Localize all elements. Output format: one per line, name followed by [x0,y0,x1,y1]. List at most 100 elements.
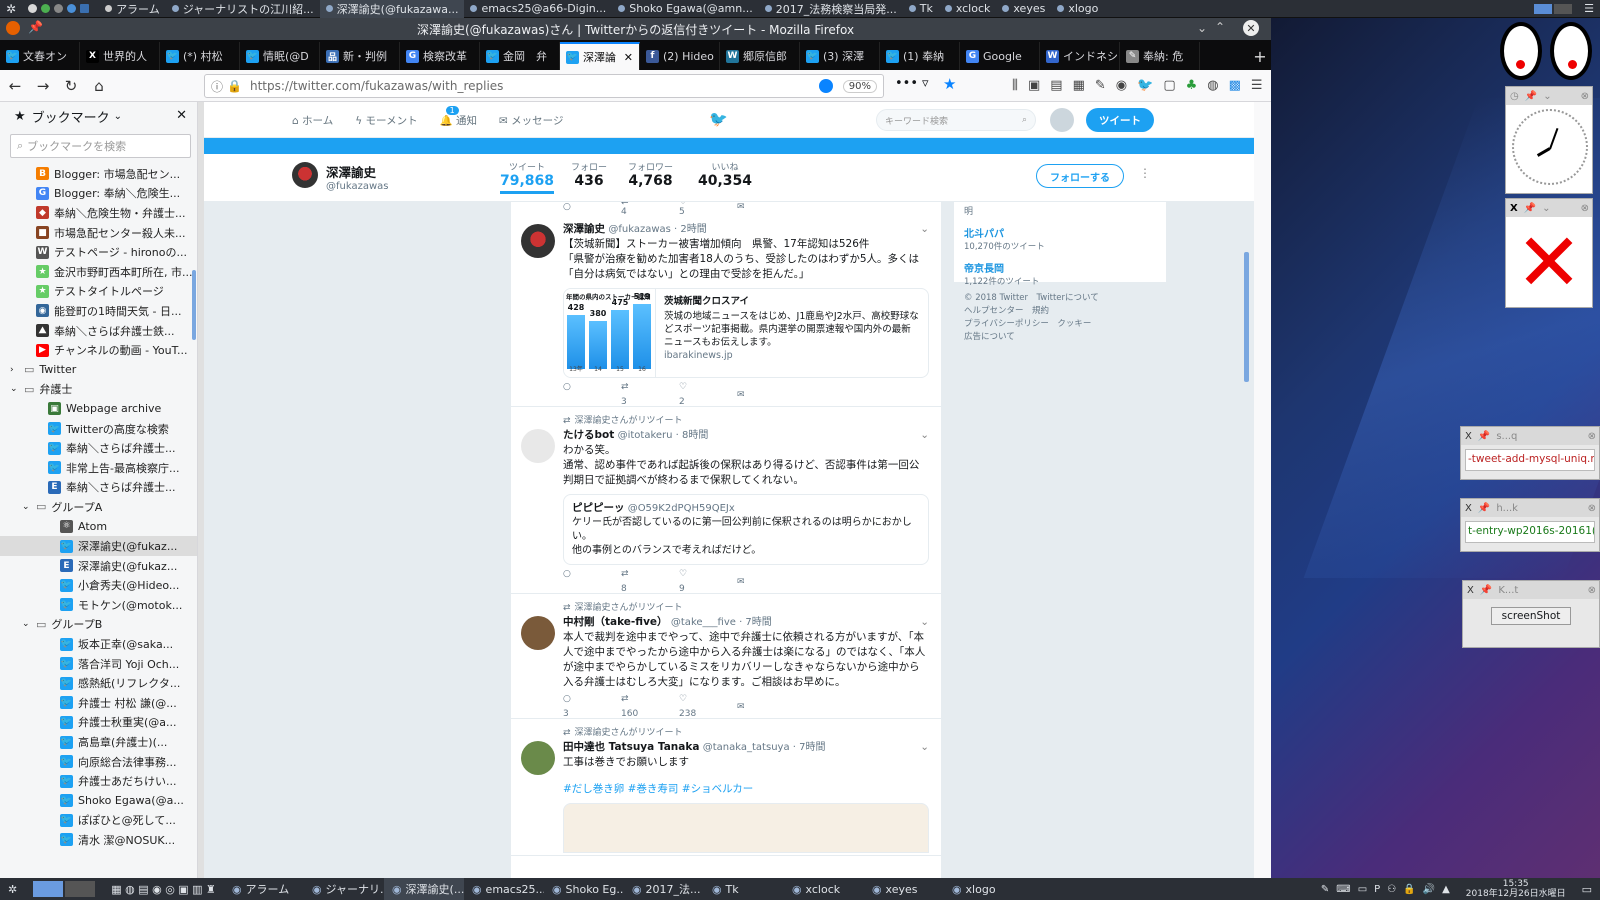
tweet-menu-chevron-icon[interactable]: ⌄ [920,222,929,237]
profile-stat[interactable]: ツイート 79,868 [500,160,555,194]
tweet-menu-chevron-icon[interactable]: ⌄ [920,740,929,755]
bottom-task-item[interactable]: ◉ emacs25... [464,878,544,900]
xclock-titlebar[interactable]: ◷ 📌 ⌄ ⊗ [1506,87,1592,105]
top-task-item[interactable]: ジャーナリストの江川紹... [166,0,320,18]
clipboard-icon[interactable]: ▢ [1163,78,1175,93]
bookmark-item[interactable]: 🐦 清水 潔@NOSUK... [0,830,197,850]
tweet-author[interactable]: 深澤諭史 [563,223,605,235]
browser-tab[interactable]: 🐦 (*) 村松 [160,42,240,70]
follow-button[interactable]: フォローする [1036,164,1124,188]
reload-icon[interactable]: ↻ [58,73,84,99]
xlogo-titlebar[interactable]: X 📌 ⌄ ⊗ [1506,199,1592,217]
browser-tab[interactable]: 🐦 文春オン [0,42,80,70]
bottom-task-item[interactable]: ◉ xeyes [864,878,944,900]
nav-moments[interactable]: ϟ モーメント [355,113,417,128]
chevron-down-icon[interactable]: ⌄ [22,502,34,512]
bookmark-item[interactable]: ◆ 奉納＼危険生物・弁護士... [0,203,197,223]
reader-icon[interactable]: ▤ [1050,78,1062,93]
back-icon[interactable]: ← [2,73,28,99]
pin-icon[interactable]: 📌 [1480,585,1492,596]
chevron-down-icon[interactable]: ⌄ [1542,203,1550,214]
tweet-handle[interactable]: @take___five · 7時間 [671,617,772,628]
bookmark-item[interactable]: ★ 金沢市野町西本町所在, 市... [0,262,197,282]
chevron-right-icon[interactable]: › [10,365,22,375]
chevron-down-icon[interactable]: ⌄ [22,619,34,629]
tweet-avatar[interactable] [521,741,555,775]
bookmark-item[interactable]: 🐦 小倉秀夫(@Hideo... [0,575,197,595]
sidebar-scrollbar[interactable] [192,270,196,340]
bookmark-item[interactable]: 🐦 ぽぽひと@死して... [0,811,197,831]
link-card[interactable]: 年間の県内のストーカー認知 428 13年 380 14 475 15 519 16 茨城新聞クロ… [563,288,929,378]
url-bar[interactable]: ⓘ 🔒 https://twitter.com/fukazawas/with_r… [204,74,884,98]
footer-links[interactable]: © 2018 Twitter Twitterについて ヘルプセンター 規約 プラ… [954,282,1166,344]
suggested-account[interactable]: 北斗パパ 10,270件のツイート [964,225,1156,252]
reply-icon[interactable]: ○ [563,202,621,212]
tracking-toggle[interactable] [818,79,833,93]
dm-icon[interactable]: ✉ [737,700,795,715]
pin-icon[interactable]: 📌 [1478,503,1490,514]
tweet-avatar[interactable] [521,224,555,258]
sidebar-toggle-icon[interactable]: ▣ [1028,78,1040,93]
reply-action[interactable]: ○ [563,380,621,410]
user-avatar[interactable] [1050,108,1074,132]
top-task-item[interactable]: xlogo [1051,0,1104,18]
top-task-item[interactable]: 2017_法務検察当局発... [759,0,903,18]
more-options-icon[interactable]: ⋮ [1139,166,1151,180]
clock[interactable]: 15:35 2018年12月26日水曜日 [1458,878,1574,900]
tweet-avatar[interactable] [521,616,555,650]
tweet-handle[interactable]: @fukazawas · 2時間 [608,224,706,235]
close-icon[interactable]: ⊗ [1588,431,1596,442]
close-sidebar-icon[interactable]: ✕ [176,108,187,123]
top-task-item[interactable]: Tk [903,0,939,18]
profile-name[interactable]: 深澤諭史 [326,162,389,181]
bottom-task-item[interactable]: ◉ Shoko Eg... [544,878,624,900]
xeyes-window[interactable] [1496,18,1600,82]
tweet-author[interactable]: たけるbot [563,429,614,441]
window2-text[interactable]: t-entry-wp2016s-20161( [1465,521,1595,543]
tray-network-icon[interactable]: ⚇ [1387,884,1396,895]
bookmark-folder[interactable]: › ▭ Twitter [0,360,197,380]
nav-messages[interactable]: ✉ メッセージ [499,113,563,128]
bottom-task-item[interactable]: ◉ 2017_法... [624,878,704,900]
close-icon[interactable]: ⊗ [1581,91,1589,102]
bookmark-folder[interactable]: ⌄ ▭ グループB [0,615,197,635]
browser-tab[interactable]: X 世界的人 [80,42,160,70]
library-icon[interactable]: ⫼ [1012,78,1018,93]
xlogo-window[interactable]: X 📌 ⌄ ⊗ ✕ [1505,198,1593,309]
tweet-author[interactable]: 田中達也 Tatsuya Tanaka [563,741,699,753]
browser-tab[interactable]: 🐦 情眠(@D [240,42,320,70]
browser-tab[interactable]: W インドネシ [1040,42,1120,70]
bookmark-item[interactable]: 🐦 落合洋司 Yoji Och... [0,654,197,674]
bookmark-item[interactable]: ⛰ 奉納＼さらば弁護士鉄... [0,321,197,341]
browser-tab[interactable]: 🐦 深澤論 ✕ [560,42,640,70]
dm-icon[interactable]: ✉ [737,202,795,212]
dm-icon[interactable]: ✉ [737,575,795,590]
kde-menu-icon[interactable]: ✲ [0,0,22,18]
bookmark-item[interactable]: 🐦 Twitterの高度な検索 [0,419,197,439]
close-icon[interactable]: ⊗ [1588,585,1596,596]
forward-icon[interactable]: → [30,73,56,99]
screenshot-ext-icon[interactable]: ▩ [1229,78,1241,93]
bookmark-item[interactable]: 🐦 高島章(弁護士)(... [0,732,197,752]
tweet-media-image[interactable] [563,803,929,853]
bookmark-item[interactable]: 🐦 坂本正幸(@saka... [0,634,197,654]
bookmark-item[interactable]: 🐦 弁護士あだちけい... [0,771,197,791]
tweet-author[interactable]: 中村剛（take-five） [563,616,668,628]
page-scrollbar[interactable] [1244,252,1249,382]
profile-stat[interactable]: フォロワー 4,768 [628,160,673,189]
bookmark-item[interactable]: 🐦 Shoko Egawa(@a... [0,791,197,811]
tray-up-icon[interactable]: ▲ [1442,884,1450,895]
hamburger-icon[interactable]: ☰ [1251,78,1263,93]
bookmark-item[interactable]: E 深澤諭史(@fukaz... [0,556,197,576]
kde-menu-icon[interactable]: ✲ [0,878,25,900]
puzzle-icon[interactable]: ◉ [1116,78,1127,93]
dm-icon[interactable]: ✉ [737,388,795,403]
bookmark-item[interactable]: 🐦 深澤諭史(@fukaz... [0,536,197,556]
bookmark-item[interactable]: B Blogger: 市場急配セン... [0,164,197,184]
leaf-icon[interactable]: ♣ [1186,78,1198,93]
pen-icon[interactable]: ✎ [1095,78,1106,93]
retweet-action[interactable]: ⇄ 8 [621,567,679,597]
tray-display-icon[interactable]: ▭ [1358,884,1367,895]
browser-tab[interactable]: 品新・判例 [320,42,400,70]
new-tab-icon[interactable]: + [1249,42,1271,70]
